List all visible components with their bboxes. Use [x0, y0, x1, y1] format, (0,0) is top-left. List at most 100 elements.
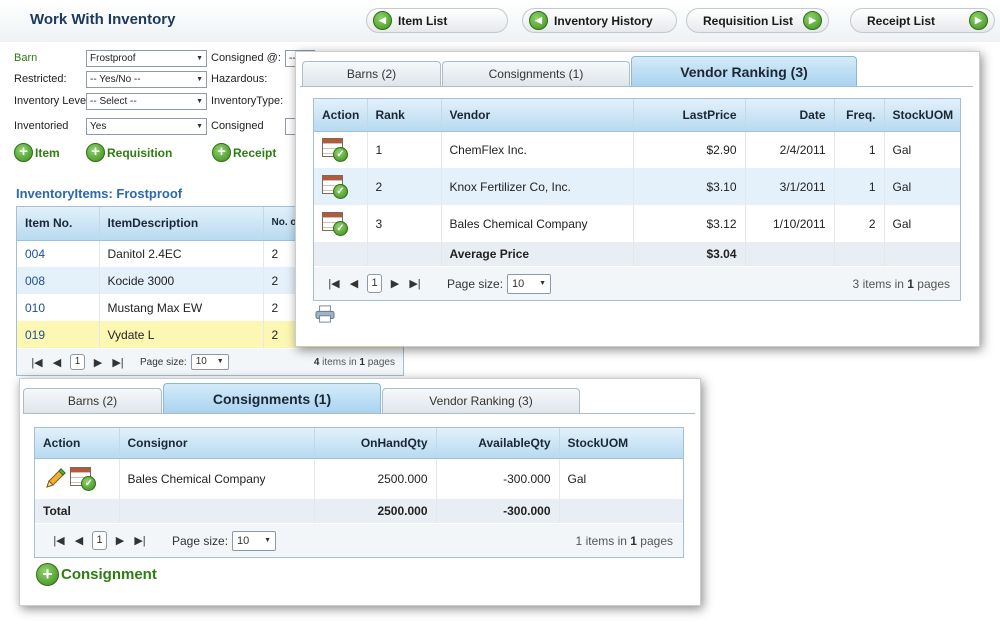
- next-page-icon[interactable]: ▶: [385, 277, 405, 290]
- first-page-icon[interactable]: |◀: [49, 534, 69, 547]
- table-row[interactable]: ✓ 1 ChemFlex Inc. $2.90 2/4/2011 1 Gal: [314, 131, 960, 168]
- last-page-icon[interactable]: ▶|: [130, 534, 150, 547]
- column-header-on-hand-qty[interactable]: OnHandQty: [314, 428, 437, 459]
- consigned-at-label: Consigned @:: [211, 52, 281, 64]
- add-receipt-button[interactable]: + Receipt: [212, 143, 276, 162]
- vendor-ranking-popup: Barns (2) Consignments (1) Vendor Rankin…: [295, 51, 980, 347]
- page-number[interactable]: 1: [92, 531, 107, 550]
- table-row[interactable]: ✓ Bales Chemical Company 2500.000 -300.0…: [35, 458, 683, 499]
- tab-vendor-ranking[interactable]: Vendor Ranking (3): [631, 56, 857, 87]
- prev-page-icon[interactable]: ◀: [344, 277, 364, 290]
- page-size-select[interactable]: 10: [507, 273, 552, 294]
- inventory-type-label: InventoryType:: [211, 95, 284, 107]
- column-header-rank[interactable]: Rank: [367, 99, 442, 132]
- item-no-link[interactable]: 008: [17, 267, 100, 294]
- column-header-last-price[interactable]: LastPrice: [633, 99, 746, 132]
- last-page-icon[interactable]: ▶|: [405, 277, 425, 290]
- tab-barns[interactable]: Barns (2): [23, 388, 162, 414]
- stock-uom-cell: Gal: [884, 205, 960, 242]
- inventory-history-button[interactable]: ◀ Inventory History: [522, 8, 677, 33]
- page-size-select[interactable]: 10: [232, 530, 277, 551]
- item-no-link[interactable]: 019: [17, 321, 100, 348]
- add-consignment-button[interactable]: + Consignment: [36, 563, 157, 586]
- column-header-stock-uom[interactable]: StockUOM: [884, 99, 960, 132]
- inventoried-select[interactable]: Yes: [86, 118, 207, 135]
- vendor-cell: Knox Fertilizer Co, Inc.: [441, 168, 634, 205]
- tab-vendor-ranking[interactable]: Vendor Ranking (3): [382, 388, 580, 414]
- add-item-button[interactable]: + Item: [14, 143, 60, 162]
- consignor-cell: Bales Chemical Company: [119, 458, 315, 499]
- first-page-icon[interactable]: |◀: [27, 356, 47, 369]
- page-number[interactable]: 1: [70, 354, 85, 370]
- barn-label: Barn: [14, 52, 38, 64]
- item-description: Mustang Max EW: [99, 294, 264, 321]
- pager-info: 1 items in 1 pages: [575, 533, 673, 548]
- last-price-cell: $3.12: [633, 205, 746, 242]
- prev-page-icon[interactable]: ◀: [47, 356, 67, 369]
- last-page-icon[interactable]: ▶|: [108, 356, 128, 369]
- item-no-link[interactable]: 004: [17, 240, 100, 267]
- hazardous-label: Hazardous:: [211, 73, 268, 85]
- action-cell: ✓: [314, 131, 368, 168]
- last-price-cell: $3.10: [633, 168, 746, 205]
- receipt-list-button[interactable]: Receipt List ▶: [850, 8, 995, 33]
- select-vendor-icon[interactable]: ✓: [322, 137, 348, 162]
- table-row[interactable]: ✓ 2 Knox Fertilizer Co, Inc. $3.10 3/1/2…: [314, 168, 960, 205]
- page-size-label: Page size:: [172, 533, 229, 548]
- plus-icon: +: [212, 143, 231, 162]
- column-header-item-no[interactable]: Item No.: [17, 207, 100, 241]
- requisition-list-button[interactable]: Requisition List ▶: [686, 8, 829, 33]
- next-page-icon[interactable]: ▶: [88, 356, 108, 369]
- plus-icon: +: [14, 143, 33, 162]
- on-hand-qty-cell: 2500.000: [314, 458, 437, 499]
- item-list-button[interactable]: ◀ Item List: [366, 8, 508, 33]
- rank-cell: 1: [367, 131, 442, 168]
- tab-divider: [23, 413, 695, 414]
- page-size-select[interactable]: 10: [190, 354, 229, 370]
- add-requisition-button[interactable]: + Requisition: [86, 143, 172, 162]
- add-requisition-label: Requisition: [107, 145, 173, 160]
- item-description: Vydate L: [99, 321, 264, 348]
- column-header-vendor[interactable]: Vendor: [441, 99, 634, 132]
- edit-pencil-icon[interactable]: [43, 467, 67, 491]
- inventory-level-select[interactable]: -- Select --: [86, 93, 207, 110]
- tab-barns[interactable]: Barns (2): [302, 61, 441, 87]
- column-header-available-qty[interactable]: AvailableQty: [436, 428, 560, 459]
- select-vendor-icon[interactable]: ✓: [322, 174, 348, 199]
- column-header-action[interactable]: Action: [314, 99, 368, 132]
- column-header-freq[interactable]: Freq.: [834, 99, 885, 132]
- action-cell: ✓: [314, 168, 368, 205]
- tab-consignments[interactable]: Consignments (1): [163, 383, 381, 414]
- barn-select[interactable]: Frostproof: [86, 50, 207, 67]
- restricted-select[interactable]: -- Yes/No --: [86, 71, 207, 88]
- page-header: Work With Inventory ◀ Item List ◀ Invent…: [0, 0, 1000, 42]
- page-number[interactable]: 1: [367, 274, 382, 293]
- add-receipt-label: Receipt: [233, 145, 277, 160]
- freq-cell: 2: [834, 205, 885, 242]
- total-label: Total: [35, 499, 120, 523]
- average-price-row: Average Price $3.04: [314, 242, 960, 266]
- column-header-action[interactable]: Action: [35, 428, 120, 459]
- vendor-ranking-grid: Action Rank Vendor LastPrice Date Freq. …: [313, 98, 961, 301]
- prev-page-icon[interactable]: ◀: [69, 534, 89, 547]
- plus-icon: +: [86, 143, 105, 162]
- column-header-item-description[interactable]: ItemDescription: [99, 207, 264, 241]
- select-vendor-icon[interactable]: ✓: [322, 211, 348, 236]
- inventory-section-title: InventoryItems: Frostproof: [16, 186, 183, 201]
- first-page-icon[interactable]: |◀: [324, 277, 344, 290]
- tab-consignments[interactable]: Consignments (1): [442, 61, 630, 87]
- plus-icon: +: [36, 563, 59, 586]
- table-row[interactable]: ✓ 3 Bales Chemical Company $3.12 1/10/20…: [314, 205, 960, 242]
- printer-icon[interactable]: [314, 305, 336, 323]
- total-on-hand: 2500.000: [314, 499, 437, 523]
- column-header-consignor[interactable]: Consignor: [119, 428, 315, 459]
- consigned-label: Consigned: [211, 120, 264, 132]
- next-page-icon[interactable]: ▶: [110, 534, 130, 547]
- average-price-label: Average Price: [441, 242, 634, 266]
- column-header-date[interactable]: Date: [745, 99, 835, 132]
- item-no-link[interactable]: 010: [17, 294, 100, 321]
- column-header-stock-uom[interactable]: StockUOM: [559, 428, 683, 459]
- select-consignment-icon[interactable]: ✓: [70, 466, 97, 491]
- freq-cell: 1: [834, 168, 885, 205]
- arrow-left-icon: ◀: [373, 11, 392, 30]
